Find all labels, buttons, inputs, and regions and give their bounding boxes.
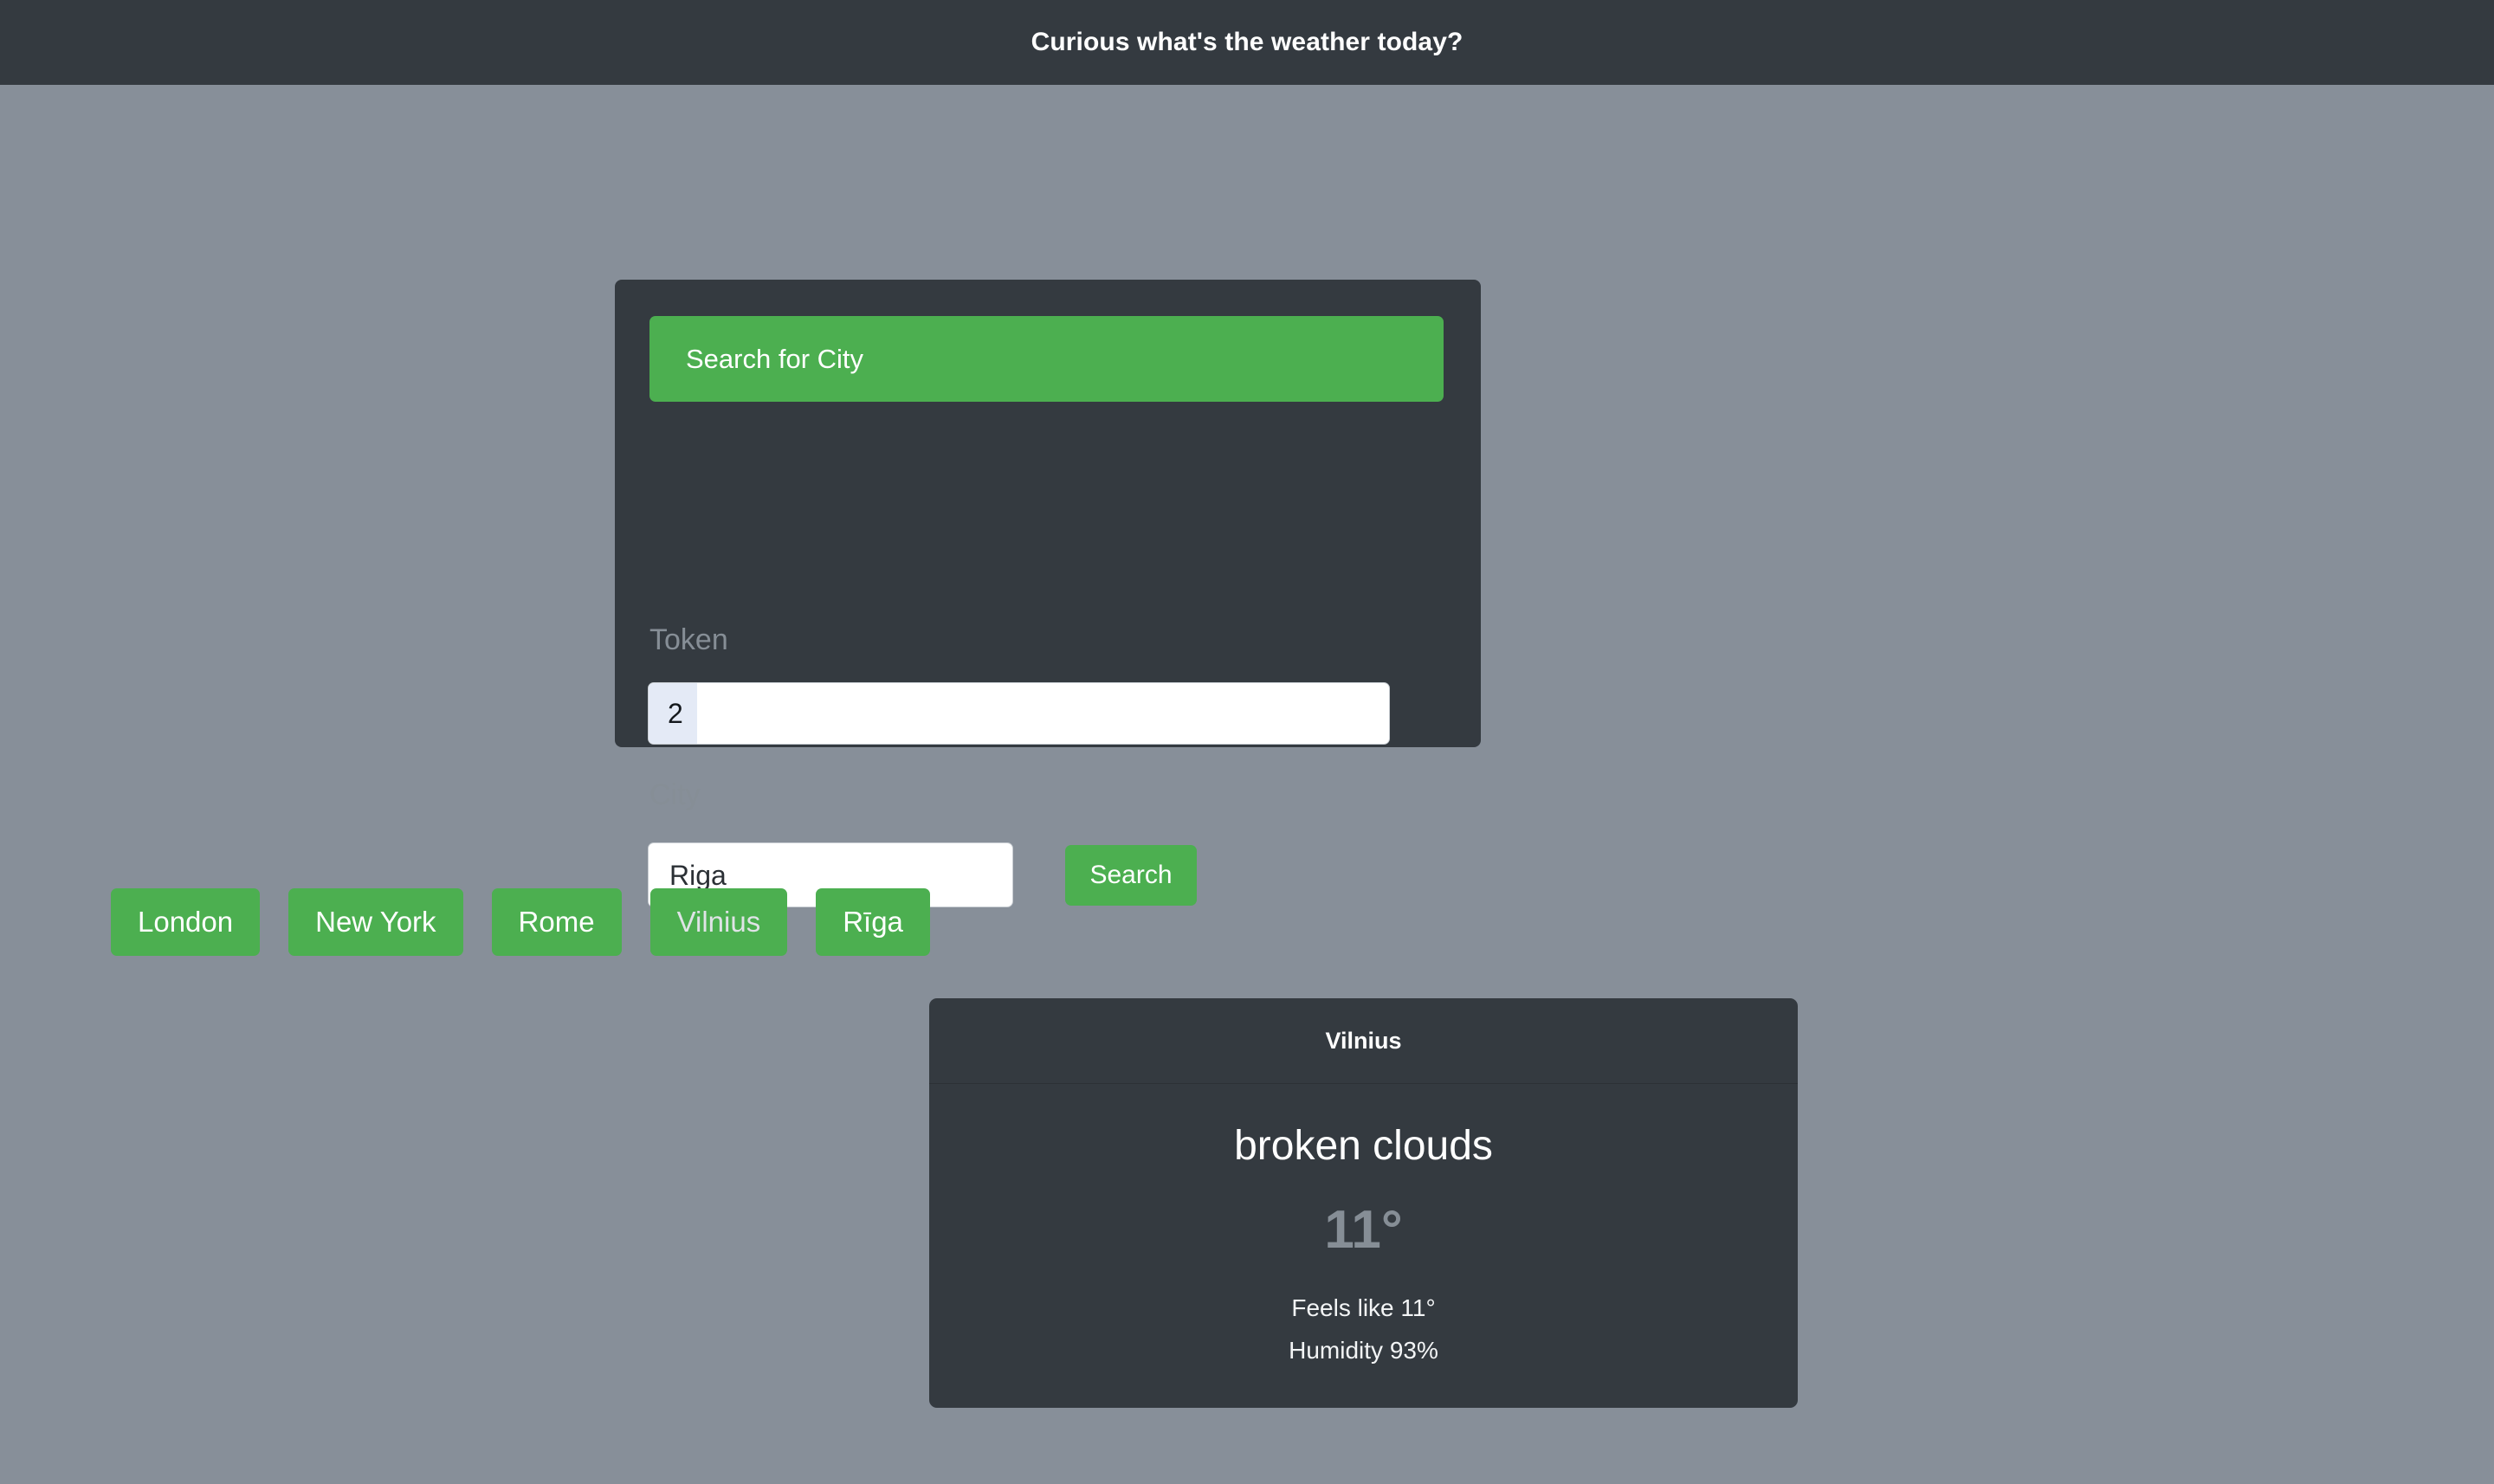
search-button[interactable]: Search	[1065, 845, 1197, 906]
weather-humidity: Humidity 93%	[1289, 1337, 1438, 1364]
token-field-label: Token	[649, 623, 728, 656]
weather-card-header: Vilnius	[929, 998, 1798, 1084]
city-chip-rome[interactable]: Rome	[491, 888, 622, 956]
token-input[interactable]: 2	[648, 682, 1390, 745]
city-field-label: City	[649, 778, 701, 811]
city-chip-london[interactable]: London	[111, 888, 261, 956]
weather-card-city-name: Vilnius	[1325, 1027, 1402, 1054]
weather-card-body: broken clouds 11° Feels like 11° Humidit…	[929, 1084, 1798, 1363]
weather-temperature: 11°	[1324, 1200, 1403, 1260]
city-chip-vilnius[interactable]: Vilnius	[649, 888, 788, 956]
weather-feels-like: Feels like 11°	[1291, 1294, 1436, 1321]
city-chip-riga[interactable]: Rīga	[816, 888, 930, 956]
city-input-value: Riga	[669, 859, 727, 891]
city-chip-new-york[interactable]: New York	[288, 888, 463, 956]
token-input-value: 2	[668, 698, 683, 729]
search-panel-banner: Search for City	[649, 316, 1444, 402]
page-body: Search for City Token 2 City Riga Search…	[0, 85, 2494, 1484]
weather-result-card: Vilnius broken clouds 11° Feels like 11°…	[929, 998, 1798, 1408]
page-title: Curious what's the weather today?	[1031, 28, 1463, 56]
quick-city-buttons: London New York Rome Vilnius Rīga	[111, 888, 930, 956]
app-header: Curious what's the weather today?	[0, 0, 2494, 85]
search-panel: Search for City Token 2 City Riga Search	[615, 280, 1481, 907]
weather-condition-text: broken clouds	[1234, 1123, 1493, 1169]
search-panel-banner-label: Search for City	[686, 344, 864, 374]
